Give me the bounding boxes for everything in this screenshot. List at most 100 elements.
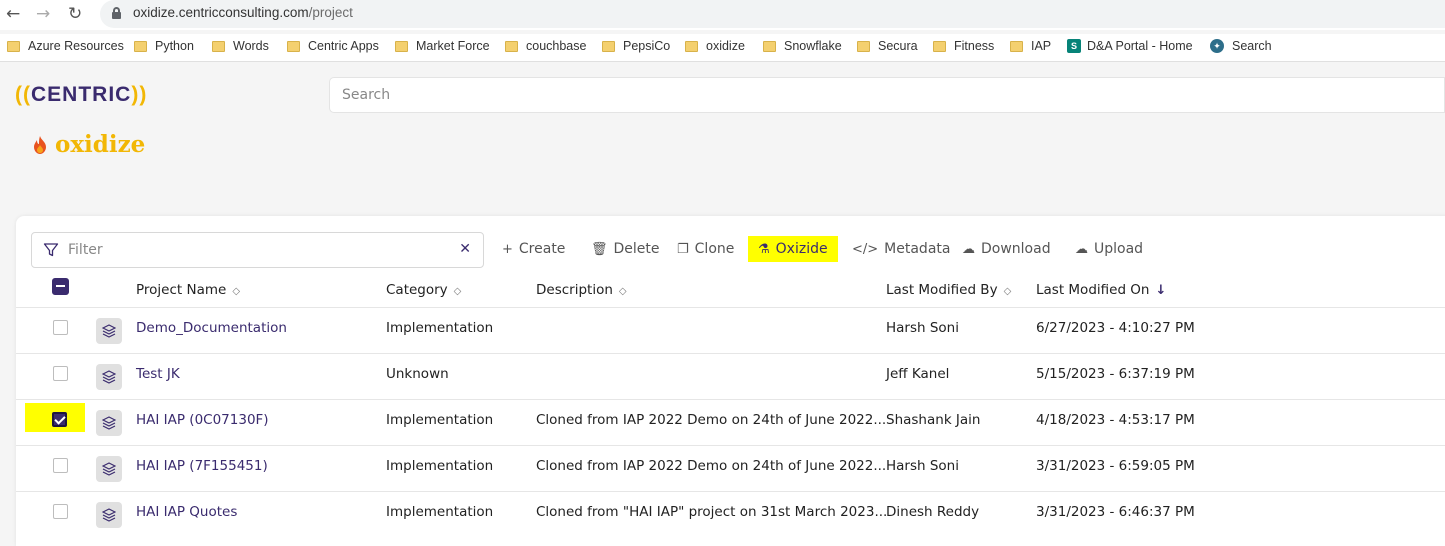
centric-logo[interactable]: ((CENTRIC)): [15, 83, 147, 107]
filter-box[interactable]: ✕: [31, 232, 484, 268]
folder-icon: [933, 40, 946, 52]
sort-icon: ◇: [618, 286, 627, 297]
url-text: oxidize.centricconsulting.com/project: [133, 5, 353, 20]
project-name-link[interactable]: HAI IAP (7F155451): [136, 458, 268, 474]
metadata-button[interactable]: </> Metadata: [852, 241, 950, 257]
oxidize-button[interactable]: ⚗ Oxizide: [748, 236, 838, 262]
bookmark-secura[interactable]: Secura: [857, 39, 918, 53]
url-path: /project: [308, 5, 353, 20]
download-button[interactable]: ☁ Download: [962, 241, 1051, 257]
bookmark-python[interactable]: Python: [134, 39, 194, 53]
column-label: Description: [536, 282, 613, 298]
global-search[interactable]: [329, 77, 1445, 113]
filter-input[interactable]: [68, 233, 448, 267]
folder-icon: [685, 40, 698, 52]
delete-label: Delete: [613, 241, 660, 257]
table-row[interactable]: Test JK Unknown Jeff Kanel 5/15/2023 - 6…: [16, 353, 1445, 399]
select-all-checkbox[interactable]: [52, 278, 69, 295]
table-row[interactable]: HAI IAP (0C07130F) Implementation Cloned…: [16, 399, 1445, 445]
description-cell: Cloned from "HAI IAP" project on 31st Ma…: [536, 504, 888, 520]
column-label: Last Modified On: [1036, 282, 1150, 298]
sort-icon: ◇: [232, 286, 241, 297]
bookmark-label: D&A Portal - Home: [1087, 39, 1193, 53]
row-checkbox[interactable]: [53, 458, 68, 473]
lock-icon: [112, 7, 121, 19]
modified-on-cell: 4/18/2023 - 4:53:17 PM: [1036, 412, 1195, 428]
create-label: Create: [518, 241, 566, 257]
create-button[interactable]: + Create: [502, 241, 565, 257]
clear-filter-icon[interactable]: ✕: [459, 241, 471, 257]
column-header-last-modified-on[interactable]: Last Modified On ↓: [1036, 282, 1166, 298]
flask-icon: ⚗: [758, 241, 770, 257]
project-name-link[interactable]: Demo_Documentation: [136, 320, 287, 336]
search-site-icon: ✦: [1210, 39, 1224, 53]
oxidize-label: Oxizide: [775, 241, 828, 257]
sort-icon: ◇: [1003, 286, 1012, 297]
upload-button[interactable]: ☁ Upload: [1075, 241, 1143, 257]
modified-on-cell: 3/31/2023 - 6:46:37 PM: [1036, 504, 1195, 520]
clone-label: Clone: [694, 241, 735, 257]
table-row[interactable]: HAI IAP (7F155451) Implementation Cloned…: [16, 445, 1445, 491]
folder-icon: [857, 40, 870, 52]
row-checkbox[interactable]: [53, 366, 68, 381]
row-checkbox[interactable]: [53, 320, 68, 335]
cloud-upload-icon: ☁: [1075, 241, 1088, 257]
column-header-description[interactable]: Description ◇: [536, 282, 627, 298]
reload-icon[interactable]: ↻: [68, 4, 82, 24]
row-checkbox[interactable]: [53, 504, 68, 519]
delete-button[interactable]: 🗑 Delete: [591, 241, 660, 257]
folder-icon: [7, 40, 20, 52]
bookmark-label: Centric Apps: [308, 39, 379, 53]
forward-arrow-icon[interactable]: →: [36, 4, 50, 24]
bookmark-market-force[interactable]: Market Force: [395, 39, 490, 53]
description-cell: Cloned from IAP 2022 Demo on 24th of Jun…: [536, 412, 887, 428]
search-input[interactable]: [330, 78, 1444, 112]
row-checkbox[interactable]: [52, 412, 67, 427]
upload-label: Upload: [1094, 241, 1144, 257]
layers-icon: [96, 456, 122, 482]
bookmark-azure-resources[interactable]: Azure Resources: [7, 39, 124, 53]
bookmark-words[interactable]: Words: [212, 39, 269, 53]
clone-button[interactable]: ❐ Clone: [677, 241, 734, 257]
back-arrow-icon[interactable]: ←: [6, 4, 20, 24]
bookmark-couchbase[interactable]: couchbase: [505, 39, 586, 53]
column-header-last-modified-by[interactable]: Last Modified By ◇: [886, 282, 1011, 298]
layers-icon: [96, 364, 122, 390]
cloud-download-icon: ☁: [962, 241, 975, 257]
column-header-category[interactable]: Category ◇: [386, 282, 461, 298]
bookmark-label: Market Force: [416, 39, 490, 53]
folder-icon: [763, 40, 776, 52]
bookmark-centric-apps[interactable]: Centric Apps: [287, 39, 379, 53]
bookmark-fitness[interactable]: Fitness: [933, 39, 994, 53]
project-name-link[interactable]: HAI IAP Quotes: [136, 504, 237, 520]
copy-icon: ❐: [677, 241, 689, 257]
table-row[interactable]: Demo_Documentation Implementation Harsh …: [16, 307, 1445, 353]
project-name-link[interactable]: HAI IAP (0C07130F): [136, 412, 269, 428]
modified-by-cell: Jeff Kanel: [886, 366, 950, 382]
column-label: Project Name: [136, 282, 227, 298]
bookmark-pepsico[interactable]: PepsiCo: [602, 39, 670, 53]
folder-icon: [134, 40, 147, 52]
modified-by-cell: Dinesh Reddy: [886, 504, 980, 520]
bookmark-iap[interactable]: IAP: [1010, 39, 1051, 53]
bookmark-snowflake[interactable]: Snowflake: [763, 39, 842, 53]
project-name-link[interactable]: Test JK: [136, 366, 180, 382]
sharepoint-icon: S: [1067, 39, 1081, 53]
column-label: Last Modified By: [886, 282, 998, 298]
modified-on-cell: 6/27/2023 - 4:10:27 PM: [1036, 320, 1195, 336]
bookmark-da-portal-home[interactable]: S D&A Portal - Home: [1067, 39, 1193, 53]
category-cell: Implementation: [386, 504, 494, 520]
bookmark-search[interactable]: ✦ Search: [1210, 39, 1272, 53]
download-label: Download: [981, 241, 1051, 257]
bookmark-oxidize[interactable]: oxidize: [685, 39, 745, 53]
logo-paren-right: )): [131, 83, 148, 106]
layers-icon: [96, 502, 122, 528]
folder-icon: [1010, 40, 1023, 52]
code-icon: </>: [852, 241, 879, 257]
table-row[interactable]: HAI IAP Quotes Implementation Cloned fro…: [16, 491, 1445, 537]
url-domain: oxidize.centricconsulting.com: [133, 5, 309, 20]
column-header-project-name[interactable]: Project Name ◇: [136, 282, 240, 298]
address-bar[interactable]: oxidize.centricconsulting.com/project: [100, 0, 1445, 28]
plus-icon: +: [502, 241, 513, 257]
bookmark-label: Secura: [878, 39, 918, 53]
